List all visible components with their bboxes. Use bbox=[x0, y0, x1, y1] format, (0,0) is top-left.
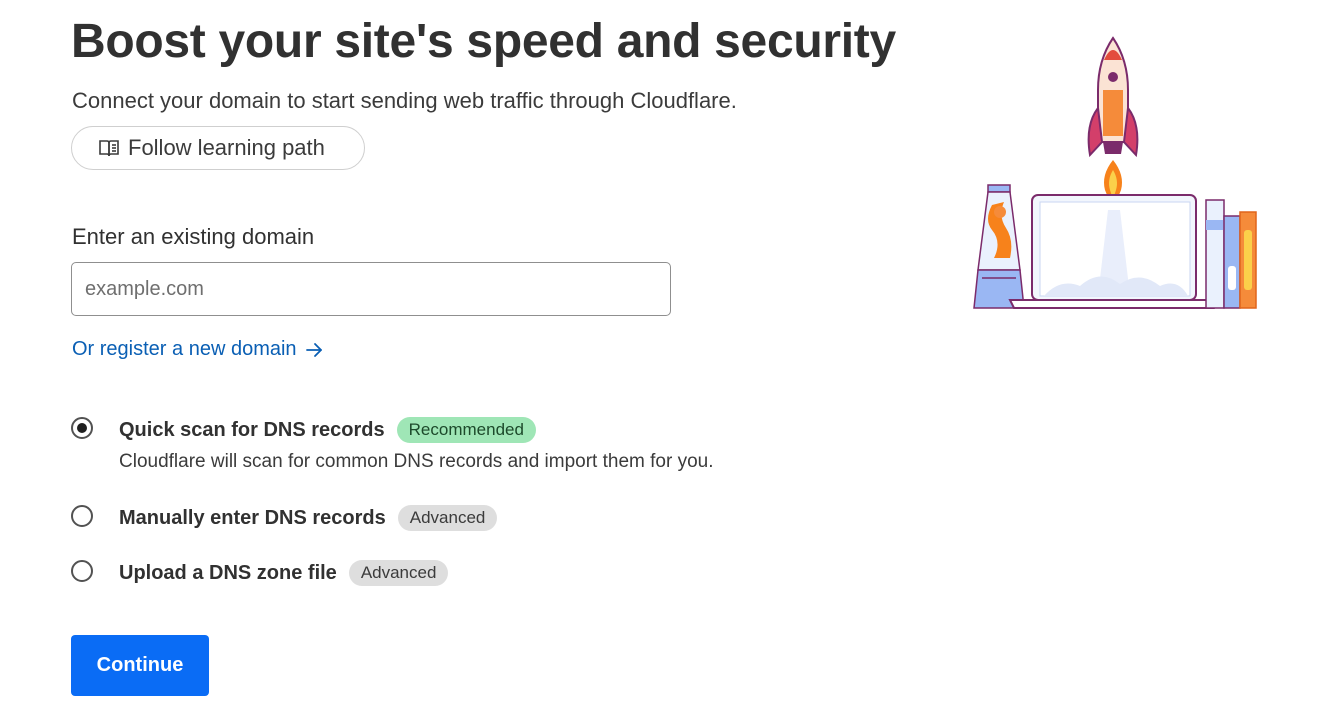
domain-field-label: Enter an existing domain bbox=[72, 224, 315, 249]
option-manual-entry[interactable]: Manually enter DNS records Advanced bbox=[71, 505, 498, 531]
manual-entry-body: Manually enter DNS records Advanced bbox=[119, 505, 498, 531]
manual-entry-row: Manually enter DNS records Advanced bbox=[119, 505, 498, 531]
manual-entry-title: Manually enter DNS records bbox=[119, 506, 386, 529]
lava-lamp-icon bbox=[973, 184, 1025, 309]
laptop-icon bbox=[1008, 194, 1220, 309]
quick-scan-radio[interactable] bbox=[71, 417, 93, 439]
option-quick-scan[interactable]: Quick scan for DNS records Recommended C… bbox=[71, 417, 714, 473]
recommended-badge: Recommended bbox=[396, 417, 536, 443]
quick-scan-body: Quick scan for DNS records Recommended C… bbox=[119, 417, 714, 473]
advanced-badge: Advanced bbox=[397, 505, 498, 531]
rocket-laptop-illustration bbox=[973, 36, 1257, 309]
upload-zone-file-row: Upload a DNS zone file Advanced bbox=[119, 560, 449, 586]
onboarding-page: Boost your site's speed and security Con… bbox=[0, 0, 1317, 708]
manual-entry-radio[interactable] bbox=[71, 505, 93, 527]
rocket-icon bbox=[1087, 36, 1139, 210]
page-title: Boost your site's speed and security bbox=[71, 15, 896, 68]
domain-input[interactable] bbox=[71, 262, 671, 316]
register-new-domain-link[interactable]: Or register a new domain bbox=[72, 338, 324, 361]
follow-learning-path-button[interactable]: Follow learning path bbox=[71, 126, 365, 170]
upload-zone-file-body: Upload a DNS zone file Advanced bbox=[119, 560, 449, 586]
follow-learning-path-label: Follow learning path bbox=[128, 135, 325, 160]
book-icon bbox=[98, 137, 120, 159]
books-icon bbox=[1205, 199, 1257, 309]
upload-zone-file-radio[interactable] bbox=[71, 560, 93, 582]
advanced-badge: Advanced bbox=[348, 560, 449, 586]
register-new-domain-label: Or register a new domain bbox=[72, 338, 297, 360]
arrow-right-icon bbox=[304, 340, 324, 360]
quick-scan-description: Cloudflare will scan for common DNS reco… bbox=[119, 451, 714, 472]
quick-scan-row: Quick scan for DNS records Recommended bbox=[119, 417, 714, 443]
continue-button[interactable]: Continue bbox=[71, 635, 209, 696]
page-subtitle: Connect your domain to start sending web… bbox=[72, 88, 737, 113]
option-upload-zone-file[interactable]: Upload a DNS zone file Advanced bbox=[71, 560, 449, 586]
quick-scan-title: Quick scan for DNS records bbox=[119, 418, 385, 441]
upload-zone-file-title: Upload a DNS zone file bbox=[119, 561, 337, 584]
